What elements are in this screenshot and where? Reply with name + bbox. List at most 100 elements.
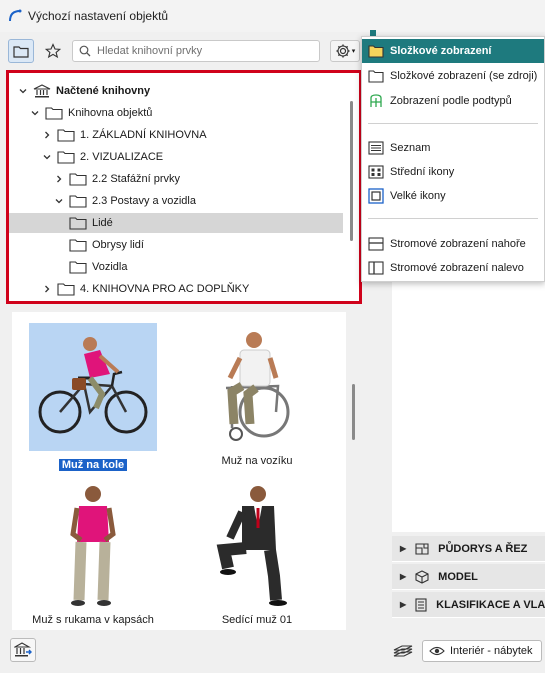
tree-item-label: 2. VIZUALIZACE xyxy=(80,151,164,163)
library-export-icon xyxy=(14,642,32,657)
man-on-bicycle-image xyxy=(38,337,148,434)
tree-item-figures-vehicles[interactable]: 2.3 Postavy a vozidla xyxy=(53,191,359,211)
floorplan-icon xyxy=(414,542,430,556)
section-floorplan[interactable]: ▶ PŮDORYS A ŘEZ xyxy=(392,536,545,562)
menu-item-tree-left[interactable]: Stromové zobrazení nalevo xyxy=(362,256,544,280)
layers-icon[interactable] xyxy=(392,643,414,659)
chevron-down-icon[interactable] xyxy=(41,151,53,163)
tree-item-basic-library[interactable]: 1. ZÁKLADNÍ KNIHOVNA xyxy=(41,125,359,145)
eye-icon xyxy=(429,646,445,656)
item-thumbnail[interactable] xyxy=(193,323,321,451)
menu-item-label: Zobrazení podle podtypů xyxy=(390,95,512,107)
cube-icon xyxy=(414,569,430,584)
folder-icon xyxy=(69,173,87,186)
tree-item-label: 1. ZÁKLADNÍ KNIHOVNA xyxy=(80,129,207,141)
item-thumbnail[interactable] xyxy=(29,482,157,610)
document-icon xyxy=(414,597,428,612)
menu-separator xyxy=(368,123,538,124)
menu-item-label: Stromové zobrazení nalevo xyxy=(390,262,524,274)
chevron-right-icon[interactable] xyxy=(53,173,65,185)
man-hands-in-pockets-image xyxy=(70,486,116,606)
folder-icon xyxy=(45,107,63,120)
tree-item-label: Knihovna objektů xyxy=(68,107,153,119)
list-icon xyxy=(368,141,384,155)
tree-left-icon xyxy=(368,261,384,275)
library-items-panel: Muž na kole Muž na vozíku Muž s rukama v… xyxy=(12,312,346,630)
tree-item-label: Načtené knihovny xyxy=(56,85,151,97)
tree-item-visualization[interactable]: 2. VIZUALIZACE xyxy=(41,147,359,167)
search-placeholder: Hledat knihovní prvky xyxy=(97,45,203,57)
menu-item-medium-icons[interactable]: Střední ikony xyxy=(362,160,544,184)
menu-item-list[interactable]: Seznam xyxy=(362,136,544,160)
chevron-right-icon[interactable]: ▶ xyxy=(400,600,406,609)
layer-bar: Interiér - nábytek xyxy=(392,638,545,664)
chevron-down-icon[interactable] xyxy=(29,107,41,119)
item-caption: Sedící muž 01 xyxy=(221,614,293,626)
sitting-man-image xyxy=(216,486,287,606)
star-icon xyxy=(45,43,61,59)
item-caption: Muž s rukama v kapsách xyxy=(32,614,154,626)
library-item[interactable]: Sedící muž 01 xyxy=(193,482,321,626)
menu-item-folder-view[interactable]: Složkové zobrazení xyxy=(362,39,544,63)
folder-icon xyxy=(69,239,87,252)
menu-item-large-icons[interactable]: Velké ikony xyxy=(362,184,544,208)
item-thumbnail[interactable] xyxy=(29,323,157,451)
folder-view-button[interactable] xyxy=(8,39,34,63)
tree-item-people[interactable]: Lidé xyxy=(9,213,343,233)
tree-item-object-library[interactable]: Knihovna objektů xyxy=(29,103,359,123)
section-label: MODEL xyxy=(438,570,478,583)
chevron-right-icon[interactable]: ▶ xyxy=(400,572,406,581)
tree-top-icon xyxy=(368,237,384,251)
menu-item-label: Seznam xyxy=(390,142,431,154)
library-item[interactable]: Muž na kole xyxy=(29,323,157,471)
menu-item-label: Střední ikony xyxy=(390,166,455,178)
tree-item-label: Vozidla xyxy=(92,261,128,273)
subtype-icon xyxy=(370,94,382,107)
tree-item-staffage[interactable]: 2.2 Stafážní prvky xyxy=(53,169,359,189)
tree-item-loaded-libraries[interactable]: Načtené knihovny xyxy=(17,81,347,101)
tree-item-label: 2.2 Stafážní prvky xyxy=(92,173,181,185)
library-item[interactable]: Muž s rukama v kapsách xyxy=(29,482,157,626)
section-model[interactable]: ▶ MODEL xyxy=(392,564,545,590)
view-options-button[interactable]: ▾ xyxy=(330,40,360,62)
layer-selector[interactable]: Interiér - nábytek xyxy=(422,640,542,662)
library-item[interactable]: Muž na vozíku xyxy=(193,323,321,467)
folder-icon xyxy=(69,195,87,208)
tree-item-label: Obrysy lidí xyxy=(92,239,144,251)
library-manager-button[interactable] xyxy=(10,638,36,662)
library-tree: Načtené knihovny Knihovna objektů 1. ZÁK… xyxy=(6,70,362,304)
tree-item-label: Lidé xyxy=(92,217,113,229)
chevron-down-icon[interactable] xyxy=(53,195,65,207)
tree-item-vehicles[interactable]: Vozidla xyxy=(69,257,359,277)
items-scrollbar[interactable] xyxy=(352,384,355,440)
view-options-menu: Složkové zobrazení Složkové zobrazení (s… xyxy=(361,36,545,282)
tree-scrollbar[interactable] xyxy=(350,101,353,241)
menu-item-subtype-view[interactable]: Zobrazení podle podtypů xyxy=(362,89,544,113)
chevron-right-icon[interactable]: ▶ xyxy=(400,544,406,553)
search-input[interactable]: Hledat knihovní prvky xyxy=(72,40,320,62)
search-icon xyxy=(79,45,91,57)
item-thumbnail[interactable] xyxy=(193,482,321,610)
tree-item-label: 2.3 Postavy a vozidla xyxy=(92,195,196,207)
item-caption: Muž na kole xyxy=(58,459,128,471)
archicad-icon xyxy=(9,9,22,22)
menu-item-folder-view-sources[interactable]: Složkové zobrazení (se zdroji) xyxy=(362,64,544,88)
tree-item-ac-addons[interactable]: 4. KNIHOVNA PRO AC DOPLŇKY xyxy=(41,279,359,299)
chevron-right-icon[interactable] xyxy=(41,283,53,295)
menu-item-label: Složkové zobrazení (se zdroji) xyxy=(390,70,538,82)
menu-item-tree-top[interactable]: Stromové zobrazení nahoře xyxy=(362,232,544,256)
library-icon xyxy=(33,84,51,98)
title-bar: Výchozí nastavení objektů xyxy=(0,0,545,32)
folder-icon xyxy=(57,129,75,142)
favorites-button[interactable] xyxy=(40,39,66,63)
section-classification[interactable]: ▶ KLASIFIKACE A VLASTNOSTI xyxy=(392,592,545,618)
tree-item-people-outlines[interactable]: Obrysy lidí xyxy=(69,235,359,255)
chevron-down-icon[interactable] xyxy=(17,85,29,97)
window-title: Výchozí nastavení objektů xyxy=(28,9,169,23)
chevron-right-icon[interactable] xyxy=(41,129,53,141)
folder-icon xyxy=(57,151,75,164)
folder-icon xyxy=(13,46,29,58)
section-label: PŮDORYS A ŘEZ xyxy=(438,542,528,555)
chevron-down-icon: ▾ xyxy=(351,48,356,55)
medium-icons-icon xyxy=(368,165,384,179)
